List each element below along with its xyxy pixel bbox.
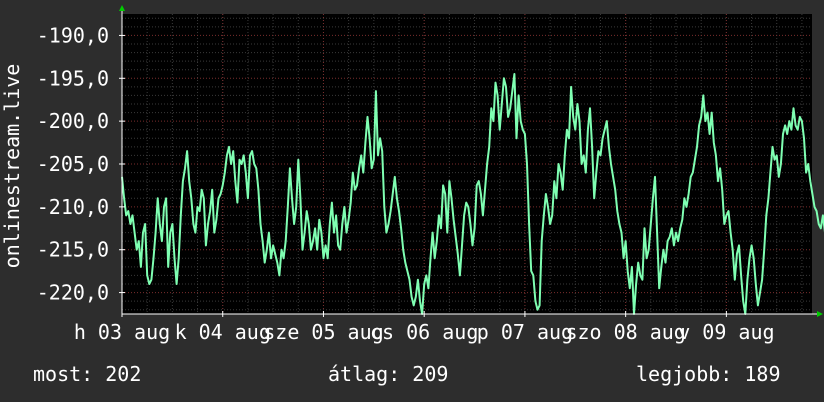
y-tick-label: -205,0: [37, 152, 109, 176]
x-tick-label: v 09 aug: [678, 320, 774, 344]
x-axis-arrow: [817, 311, 823, 317]
y-tick-label: -190,0: [37, 23, 109, 47]
y-tick-labels: -190,0 -195,0 -200,0 -205,0 -210,0 -215,0 -220…: [37, 23, 109, 304]
y-tick-label: -195,0: [37, 66, 109, 90]
x-tick-label: cs 06 aug: [370, 320, 478, 344]
stat-average: átlag: 209: [328, 362, 449, 386]
y-tick-label: -210,0: [37, 195, 109, 219]
stat-max: legjobb: 189: [636, 362, 781, 386]
x-tick-label: h 03 aug: [74, 320, 170, 344]
x-tick-label: p 07 aug: [477, 320, 573, 344]
y-axis-label: onlinestream.live: [0, 64, 24, 269]
y-tick-label: -215,0: [37, 238, 109, 262]
y-axis-arrow: [119, 5, 125, 11]
x-tick-label: sze 05 aug: [263, 320, 383, 344]
x-tick-label: szo 08 aug: [565, 320, 685, 344]
stat-current: most: 202: [33, 362, 142, 386]
y-tick-label: -200,0: [37, 109, 109, 133]
y-tick-label: -220,0: [37, 281, 109, 305]
line-chart: -190,0 -195,0 -200,0 -205,0 -210,0 -215,0 -220…: [0, 5, 824, 344]
x-tick-label: k 04 aug: [175, 320, 271, 344]
x-tick-labels: h 03 aug k 04 augsze 05 augcs 06 augp 07 …: [74, 320, 775, 344]
